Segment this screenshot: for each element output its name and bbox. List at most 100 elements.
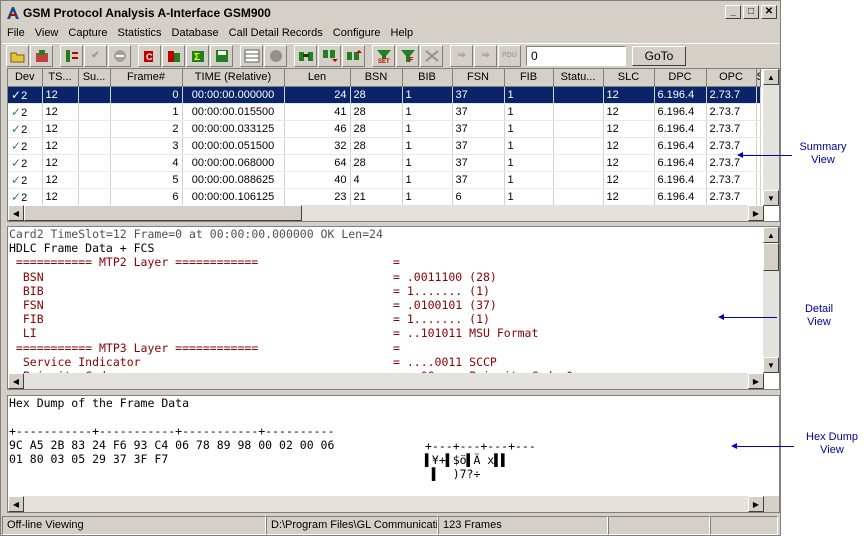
frame-number-input[interactable]: 0 <box>526 45 626 66</box>
menu-configure[interactable]: Configure <box>328 27 386 39</box>
disk-icon[interactable] <box>210 44 233 67</box>
column-header[interactable]: Dev <box>8 69 43 87</box>
filter-icon[interactable] <box>60 44 83 67</box>
title-bar[interactable]: GSM Protocol Analysis A-Interface GSM900… <box>2 2 779 24</box>
cell-s: D <box>756 137 761 155</box>
column-header[interactable]: SLC <box>603 69 655 87</box>
goto-prev-icon[interactable]: ⇒ <box>474 44 497 67</box>
column-header[interactable]: OPC <box>706 69 757 87</box>
menu-view[interactable]: View <box>30 27 64 39</box>
binoculars-up-icon[interactable] <box>342 44 365 67</box>
scroll-down-button[interactable]: ▼ <box>763 190 779 206</box>
column-header[interactable]: Len <box>284 69 351 87</box>
filter-clear-icon[interactable] <box>420 44 443 67</box>
save-icon[interactable] <box>30 44 53 67</box>
detail-section-header[interactable]: =========== MTP2 Layer ============ = <box>8 255 779 269</box>
column-header[interactable]: FSN <box>452 69 505 87</box>
table-row[interactable]: ✓2 12 1 00:00:00.015500 41 28 1 37 1 12 6.196.4 2.7… <box>8 103 761 121</box>
cell-len: 40 <box>284 171 351 189</box>
circle-icon[interactable] <box>264 44 287 67</box>
table-row[interactable]: ✓2 12 2 00:00:00.033125 46 28 1 37 1 12 6.196.4 2.7… <box>8 120 761 138</box>
table-row[interactable]: ✓2 12 6 00:00:00.106125 23 21 1 6 1 12 6.196.4 2.73… <box>8 188 761 206</box>
menu-help[interactable]: Help <box>386 27 419 39</box>
scroll-right-button[interactable]: ▶ <box>748 496 764 512</box>
menu-call-detail-records[interactable]: Call Detail Records <box>224 27 328 39</box>
detail-section-header[interactable]: =========== MTP3 Layer ============ = <box>8 341 779 355</box>
cell-s: D <box>756 86 761 104</box>
scroll-up-button[interactable]: ▲ <box>763 227 779 243</box>
scroll-up-button[interactable]: ▲ <box>763 69 779 85</box>
field-value: = <box>393 255 400 270</box>
detail-field[interactable]: LI = ..101011 MSU Format <box>8 326 779 340</box>
cell-s: D <box>756 120 761 138</box>
binoculars-down-icon[interactable] <box>318 44 341 67</box>
frame-summary-table: Dev TS... Su... Frame# TIME (Relative) Len BSN… <box>8 69 761 206</box>
column-header[interactable]: BIB <box>402 69 453 87</box>
close-button[interactable]: ✕ <box>761 5 777 19</box>
set-filter-icon[interactable]: SET <box>372 44 395 67</box>
menu-file[interactable]: File <box>2 27 30 39</box>
detail-field[interactable]: BIB = 1....... (1) <box>8 284 779 298</box>
device-value: 2 <box>21 140 28 153</box>
window-title: GSM Protocol Analysis A-Interface GSM900 <box>23 6 271 20</box>
decode-icon[interactable] <box>162 44 185 67</box>
maximize-button[interactable]: □ <box>743 5 759 19</box>
table-row[interactable]: ✓2 12 0 00:00:00.000000 24 28 1 37 1 12 6.196.4 2.7… <box>8 86 761 104</box>
goto-button[interactable]: GoTo <box>632 45 686 66</box>
cell-ts: 12 <box>42 137 79 155</box>
pdu-icon[interactable]: PDU <box>498 44 521 67</box>
scroll-thumb[interactable] <box>24 205 302 221</box>
cell-dev: ✓2 <box>8 103 43 121</box>
scroll-thumb[interactable] <box>763 243 779 271</box>
menu-database[interactable]: Database <box>167 27 224 39</box>
table-row[interactable]: ✓2 12 3 00:00:00.051500 32 28 1 37 1 12 6.196.4 2.7… <box>8 137 761 155</box>
menu-statistics[interactable]: Statistics <box>113 27 167 39</box>
hex-horizontal-scrollbar[interactable]: ◀ ▶ <box>8 496 764 512</box>
column-header[interactable]: FIB <box>504 69 554 87</box>
scroll-right-button[interactable]: ▶ <box>748 373 764 389</box>
scroll-left-button[interactable]: ◀ <box>8 205 24 221</box>
column-header[interactable]: DPC <box>654 69 707 87</box>
detail-field[interactable]: FSN = .0100101 (37) <box>8 298 779 312</box>
detail-field[interactable]: Service Indicator = ....0011 SCCP <box>8 355 779 369</box>
column-header[interactable]: Su... <box>78 69 111 87</box>
detail-vertical-scrollbar[interactable]: ▲ ▼ <box>763 227 779 373</box>
table-row[interactable]: ✓2 12 4 00:00:00.068000 64 28 1 37 1 12 6.196.4 2.7… <box>8 154 761 172</box>
scroll-left-button[interactable]: ◀ <box>8 373 24 389</box>
sum-icon[interactable]: Σ <box>186 44 209 67</box>
record-icon[interactable]: ✔ <box>84 44 107 67</box>
summary-pointer-line <box>740 155 792 156</box>
scroll-right-button[interactable]: ▶ <box>748 205 764 221</box>
scroll-down-button[interactable]: ▼ <box>763 357 779 373</box>
goto-first-icon[interactable]: ⇒ <box>450 44 473 67</box>
scroll-left-button[interactable]: ◀ <box>8 496 24 512</box>
column-header[interactable]: BSN <box>350 69 403 87</box>
cell-fib: 1 <box>504 120 554 138</box>
detail-horizontal-scrollbar[interactable]: ◀ ▶ <box>8 373 764 389</box>
filter-f-icon[interactable]: F <box>396 44 419 67</box>
column-header[interactable]: TIME (Relative) <box>182 69 285 87</box>
detail-field[interactable]: FIB = 1....... (1) <box>8 312 779 326</box>
cell-fsn: 37 <box>452 120 505 138</box>
table-row[interactable]: ✓2 12 5 00:00:00.088625 40 4 1 37 1 12 6.196.4 2.73… <box>8 171 761 189</box>
column-header[interactable]: Statu... <box>553 69 604 87</box>
cell-dev: ✓2 <box>8 137 43 155</box>
stats-icon[interactable]: C <box>138 44 161 67</box>
cell-dpc: 6.196.4 <box>654 120 707 138</box>
menu-capture[interactable]: Capture <box>63 27 112 39</box>
grid-icon[interactable] <box>240 44 263 67</box>
minimize-button[interactable]: _ <box>725 5 741 19</box>
summary-vertical-scrollbar[interactable]: ▲ ▼ <box>763 69 779 206</box>
column-header[interactable]: S <box>756 69 761 87</box>
open-icon[interactable] <box>6 44 29 67</box>
column-header[interactable]: TS... <box>42 69 79 87</box>
cell-fsn: 37 <box>452 171 505 189</box>
cell-dev: ✓2 <box>8 171 43 189</box>
detail-field[interactable]: BSN = .0011100 (28) <box>8 270 779 284</box>
summary-horizontal-scrollbar[interactable]: ◀ ▶ <box>8 205 764 221</box>
cell-su <box>78 171 111 189</box>
hex-vertical-scrollbar[interactable] <box>763 496 779 512</box>
binoculars-icon[interactable] <box>294 44 317 67</box>
stop-icon[interactable] <box>108 44 131 67</box>
column-header[interactable]: Frame# <box>110 69 183 87</box>
